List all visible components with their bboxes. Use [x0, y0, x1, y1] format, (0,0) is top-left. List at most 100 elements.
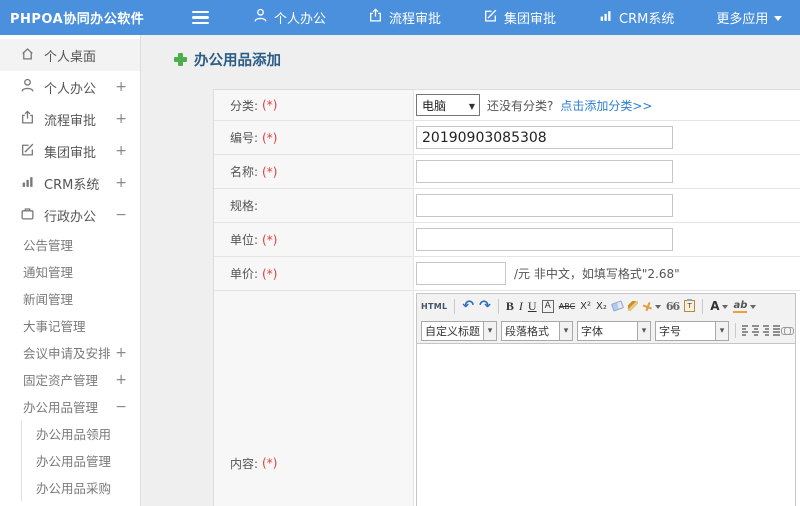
caret-down-icon: [774, 15, 783, 25]
blockquote-button[interactable]: 66: [666, 300, 680, 313]
nav-more-apps[interactable]: 更多应用: [716, 8, 783, 27]
sidebar-item-personal-desktop[interactable]: 个人桌面: [0, 39, 140, 71]
share-icon: [368, 8, 383, 27]
form-row-spec: 规格:: [214, 189, 800, 223]
form-row-content: 内容: (*) HTML B I U: [214, 291, 800, 506]
bar-chart-icon: [598, 8, 613, 27]
briefcase-icon: [20, 206, 35, 225]
expand-icon[interactable]: +: [115, 143, 127, 159]
sidebar-item-workflow-approval[interactable]: 流程审批 +: [0, 103, 140, 135]
caret-down-icon: [483, 321, 496, 340]
number-input[interactable]: [416, 126, 673, 149]
format-painter-icon[interactable]: [627, 301, 638, 311]
bold-button[interactable]: B: [506, 299, 514, 314]
sidebar-item-fixed-assets-mgmt[interactable]: 固定资产管理 +: [0, 366, 140, 393]
sidebar-item-group-approval[interactable]: 集团审批 +: [0, 135, 140, 167]
font-color-button[interactable]: A: [710, 299, 729, 313]
sidebar-item-personal-office[interactable]: 个人办公 +: [0, 71, 140, 103]
paragraph-format-dropdown[interactable]: 段落格式: [501, 320, 573, 341]
nav-label: 集团审批: [504, 12, 557, 27]
expand-icon[interactable]: +: [115, 79, 127, 95]
price-input[interactable]: [416, 262, 506, 285]
sidebar-item-announcement-mgmt[interactable]: 公告管理: [0, 231, 140, 258]
nav-label: 更多应用: [716, 12, 769, 27]
font-size-dropdown[interactable]: 字号: [655, 320, 729, 341]
required-mark: (*): [262, 130, 278, 145]
sidebar-item-office-supplies-mgmt[interactable]: 办公用品管理 −: [0, 393, 140, 420]
font-family-dropdown[interactable]: 字体: [577, 320, 651, 341]
unit-input[interactable]: [416, 228, 673, 251]
nav-label: 流程审批: [389, 12, 442, 27]
sidebar-item-crm-system[interactable]: CRM系统 +: [0, 167, 140, 199]
caret-down-icon: [637, 321, 650, 340]
nav-personal-office[interactable]: 个人办公: [253, 8, 326, 27]
spec-input[interactable]: [416, 194, 673, 217]
align-left-icon[interactable]: [742, 325, 749, 336]
caret-down-icon: [722, 304, 729, 312]
expand-icon[interactable]: +: [115, 111, 127, 127]
sidebar-item-news-mgmt[interactable]: 新闻管理: [0, 285, 140, 312]
expand-icon[interactable]: +: [115, 175, 127, 191]
expand-icon[interactable]: +: [115, 345, 127, 361]
strikethrough-button[interactable]: ABC: [559, 302, 575, 311]
caret-down-icon: [715, 321, 728, 340]
edit-icon: [20, 142, 35, 161]
underline-button[interactable]: U: [528, 299, 537, 314]
superscript-button[interactable]: X²: [580, 301, 591, 312]
price-label: 单价: (*): [214, 257, 414, 290]
remove-format-icon[interactable]: [610, 300, 624, 312]
highlight-color-button[interactable]: ab: [733, 300, 757, 313]
sidebar-item-memorabilia-mgmt[interactable]: 大事记管理: [0, 312, 140, 339]
editor-toolbar-row2: 自定义标题 段落格式 字体: [417, 318, 795, 343]
insert-link-icon[interactable]: [780, 326, 795, 335]
nav-workflow-approval[interactable]: 流程审批: [368, 8, 441, 27]
editor-content[interactable]: [417, 343, 795, 506]
page-header: 办公用品添加: [174, 49, 800, 70]
nav-label: CRM系统: [619, 12, 675, 27]
caret-down-icon: [559, 321, 572, 340]
office-supplies-submenu: 办公用品领用 办公用品管理 办公用品采购: [21, 420, 140, 501]
required-mark: (*): [262, 164, 278, 179]
paste-as-text-icon[interactable]: [684, 299, 696, 312]
name-input[interactable]: [416, 160, 673, 183]
spec-label: 规格:: [214, 189, 414, 222]
redo-icon[interactable]: [479, 299, 491, 313]
align-justify-icon[interactable]: [773, 325, 780, 336]
form-row-price: 单价: (*) /元 非中文，如填写格式"2.68": [214, 257, 800, 291]
nav-group-approval[interactable]: 集团审批: [483, 8, 556, 27]
required-mark: (*): [262, 98, 278, 112]
italic-button[interactable]: I: [519, 299, 523, 314]
required-mark: (*): [262, 456, 278, 470]
sidebar-item-supplies-management[interactable]: 办公用品管理: [22, 447, 140, 474]
expand-icon[interactable]: +: [115, 372, 127, 388]
menu-toggle-icon[interactable]: [192, 10, 209, 25]
sidebar-item-meeting-request[interactable]: 会议申请及安排 +: [0, 339, 140, 366]
autoformat-button[interactable]: [641, 300, 661, 312]
nav-crm-system[interactable]: CRM系统: [598, 8, 674, 27]
font-style-button[interactable]: A: [541, 299, 554, 313]
sidebar-item-notice-mgmt[interactable]: 通知管理: [0, 258, 140, 285]
collapse-icon[interactable]: −: [115, 207, 127, 223]
content-label: 内容: (*): [214, 291, 414, 506]
sidebar-item-supplies-requisition[interactable]: 办公用品领用: [22, 420, 140, 447]
sidebar-item-supplies-purchase[interactable]: 办公用品采购: [22, 474, 140, 501]
undo-icon[interactable]: [462, 299, 474, 313]
share-icon: [20, 109, 35, 129]
category-select[interactable]: 电脑: [416, 94, 480, 116]
html-source-button[interactable]: HTML: [421, 302, 447, 311]
required-mark: (*): [262, 232, 278, 247]
top-menu: 个人办公 流程审批 集团审批 CRM系统 更多应用: [253, 8, 783, 27]
name-label: 名称: (*): [214, 155, 414, 188]
align-center-icon[interactable]: [752, 325, 759, 336]
select-caret-icon: [469, 98, 475, 112]
add-plus-icon: [174, 53, 187, 66]
subscript-button[interactable]: X₂: [596, 301, 607, 312]
editor-toolbar-row1: HTML B I U A ABC X² X₂: [417, 294, 795, 318]
add-category-link[interactable]: 点击添加分类>>: [560, 97, 652, 114]
unit-label: 单位: (*): [214, 223, 414, 256]
align-right-icon[interactable]: [762, 325, 770, 336]
custom-heading-dropdown[interactable]: 自定义标题: [421, 320, 497, 341]
caret-down-icon: [750, 304, 757, 312]
sidebar-item-admin-office[interactable]: 行政办公 −: [0, 199, 140, 231]
collapse-icon[interactable]: −: [115, 399, 127, 415]
